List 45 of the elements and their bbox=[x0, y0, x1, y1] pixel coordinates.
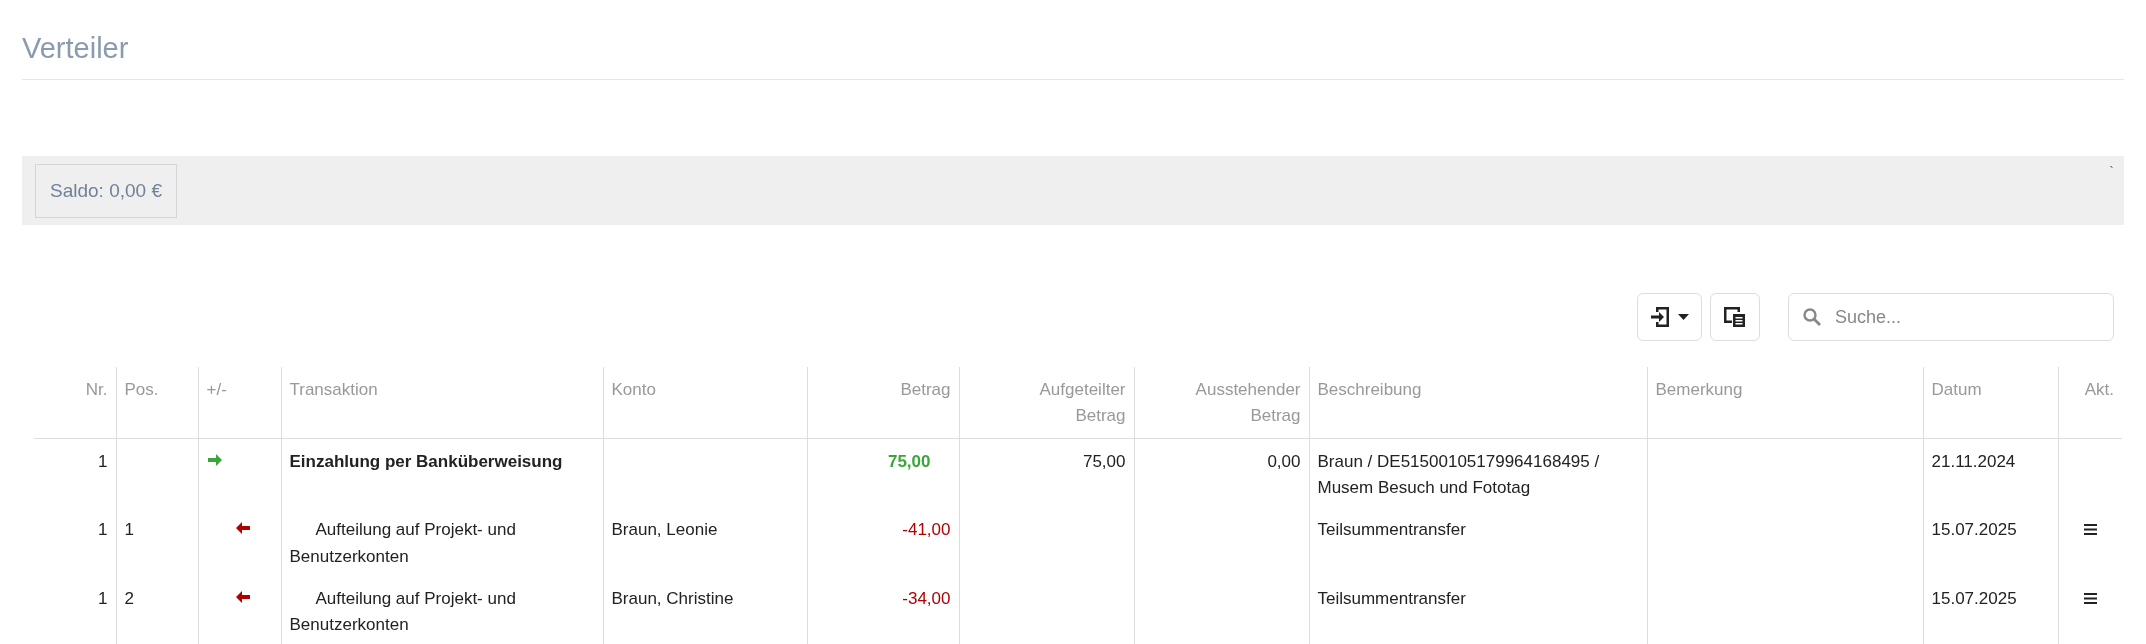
search-field[interactable]: Suche... bbox=[1788, 293, 2114, 341]
column-header: +/- bbox=[206, 379, 227, 401]
description-text: Teilsummentransfer bbox=[1317, 588, 1466, 611]
transaction-text: Aufteilung auf Projekt- und Benutzerkonten bbox=[289, 519, 517, 568]
amount-value: -34,00 bbox=[902, 588, 951, 611]
column-header: Bemerkung bbox=[1655, 379, 1743, 401]
description-text: Teilsummentransfer bbox=[1317, 519, 1466, 542]
position-number: 1 bbox=[124, 519, 134, 542]
position-number: 2 bbox=[124, 588, 134, 611]
search-icon bbox=[1802, 307, 1822, 327]
date-value: 15.07.2025 bbox=[1931, 588, 2017, 611]
column-header: Aufgeteilter Betrag bbox=[1038, 379, 1126, 428]
import-icon bbox=[1650, 305, 1672, 329]
page-title: Verteiler bbox=[22, 26, 2124, 80]
row-number: 1 bbox=[98, 450, 108, 473]
menu-icon[interactable] bbox=[2083, 524, 2097, 536]
balance-label: Saldo: 0,00 € bbox=[35, 163, 177, 218]
description-text: Braun / DE51500105179964168495 / Musem Besuch und Fototag bbox=[1317, 450, 1601, 500]
allocated-amount: 75,00 bbox=[1082, 450, 1126, 473]
row-number: 1 bbox=[98, 519, 108, 542]
corner-mark: ` bbox=[2109, 164, 2114, 180]
copy-list-icon bbox=[1723, 305, 1747, 329]
outstanding-amount: 0,00 bbox=[1267, 450, 1301, 473]
amount-value: -41,00 bbox=[902, 519, 951, 542]
column-header: Ausstehender Betrag bbox=[1194, 379, 1301, 428]
account-name: Braun, Christine bbox=[611, 588, 734, 611]
columns-button[interactable] bbox=[1710, 293, 1760, 341]
account-name: Braun, Leonie bbox=[611, 519, 718, 542]
column-header: Nr. bbox=[85, 379, 108, 401]
column-header: Betrag bbox=[900, 379, 951, 401]
transaction-text: Aufteilung auf Projekt- und Benutzerkonten bbox=[289, 588, 517, 637]
column-header: Transaktion bbox=[289, 379, 378, 401]
date-value: 21.11.2024 bbox=[1931, 450, 2016, 473]
column-header: Beschreibung bbox=[1317, 379, 1422, 401]
column-header: Pos. bbox=[124, 379, 159, 401]
caret-icon bbox=[1678, 314, 1689, 320]
row-number: 1 bbox=[98, 588, 108, 611]
column-header: Datum bbox=[1931, 379, 1982, 401]
import-dropdown-button[interactable] bbox=[1637, 293, 1702, 341]
date-value: 15.07.2025 bbox=[1931, 519, 2017, 542]
amount-value: 75,00 bbox=[887, 450, 931, 473]
menu-icon[interactable] bbox=[2083, 593, 2097, 605]
transaction-text: Einzahlung per Banküberweisung bbox=[289, 450, 563, 473]
column-header: Akt. bbox=[2084, 379, 2114, 401]
column-header: Konto bbox=[611, 379, 656, 401]
